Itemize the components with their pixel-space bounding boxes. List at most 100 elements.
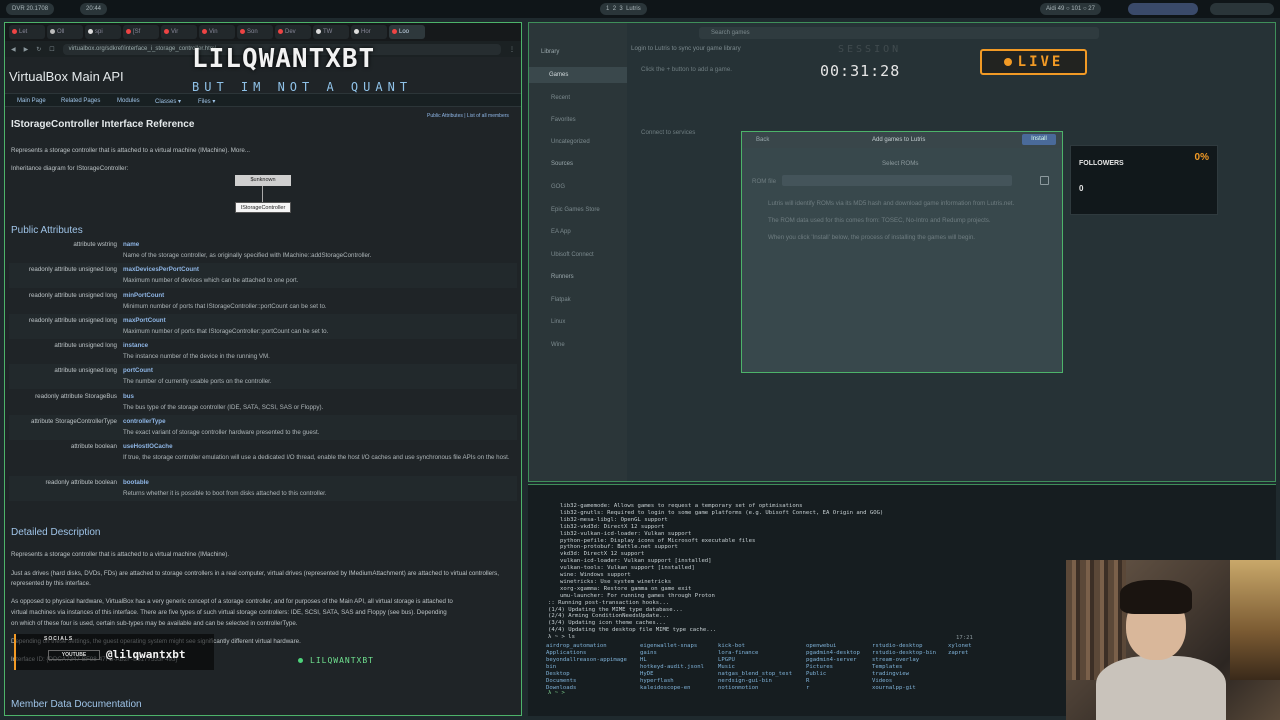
sidebar-item-linux[interactable]: Linux: [551, 319, 565, 325]
rom-file-input[interactable]: [782, 175, 1012, 186]
dialog-install-button[interactable]: Install: [1022, 134, 1056, 145]
sources-header[interactable]: Sources: [551, 161, 573, 167]
detailed-p2: Just as drives (hard disks, DVDs, FDs) a…: [11, 570, 499, 587]
detailed-p3-line1: As opposed to physical hardware, Virtual…: [11, 598, 453, 605]
ls-entry: kaleidoscope-en: [640, 685, 691, 691]
sidebar-item-games[interactable]: Games: [529, 67, 627, 83]
workspace-switcher[interactable]: 1 2 3 Lutris: [600, 3, 647, 15]
youtube-tag: YOUTUBE: [48, 650, 100, 660]
attribute-name-link[interactable]: instance: [123, 342, 148, 349]
browser-tab[interactable]: Hor: [351, 25, 387, 39]
ls-entry: Music: [718, 664, 735, 670]
browser-tab[interactable]: Dev: [275, 25, 311, 39]
sidebar-item-favorites[interactable]: Favorites: [551, 117, 576, 123]
attribute-name-link[interactable]: maxPortCount: [123, 317, 166, 324]
ls-entry: kick-bot: [718, 643, 745, 649]
browser-tab[interactable]: TW: [313, 25, 349, 39]
dialog-title: Add games to Lutris: [872, 137, 926, 143]
attribute-name-link[interactable]: controllerType: [123, 418, 166, 425]
dialog-back-button[interactable]: Back: [756, 137, 769, 143]
public-attributes-heading: Public Attributes: [11, 225, 83, 236]
ticker-text: LILQWANTXBT: [310, 656, 374, 665]
attribute-type: readonly attribute unsigned long: [28, 317, 117, 324]
attribute-name-link[interactable]: bus: [123, 393, 134, 400]
sidebar-item-ea[interactable]: EA App: [551, 229, 571, 235]
terminal-line: :: Running post-transaction hooks...: [548, 599, 670, 606]
attribute-name-link[interactable]: maxDevicesPerPortCount: [123, 266, 199, 273]
nav-modules[interactable]: Modules: [117, 98, 140, 104]
terminal-line: umu-launcher: For running games through …: [560, 592, 715, 599]
browser-tab[interactable]: Oll: [47, 25, 83, 39]
attribute-description: The bus type of the storage controller (…: [123, 404, 324, 411]
followers-widget: FOLLOWERS 0% 0: [1070, 145, 1218, 215]
terminal-prompt[interactable]: λ ~ >: [548, 690, 565, 696]
sidebar-item-epic[interactable]: Epic Games Store: [551, 207, 600, 213]
attribute-name-link[interactable]: minPortCount: [123, 292, 164, 299]
browser-tab[interactable]: spi: [85, 25, 121, 39]
sidebar-item-uncategorized[interactable]: Uncategorized: [551, 139, 590, 145]
ls-entry: stream-overlay: [872, 657, 920, 663]
attribute-type: readonly attribute unsigned long: [28, 292, 117, 299]
interface-title: IStorageController Interface Reference: [11, 119, 195, 130]
ls-entry: Documents: [546, 678, 577, 684]
tray-icons[interactable]: [1128, 3, 1198, 15]
ls-entry: Templates: [872, 664, 903, 670]
nav-related-pages[interactable]: Related Pages: [61, 98, 100, 104]
sidebar-item-ubisoft[interactable]: Ubisoft Connect: [551, 252, 594, 258]
site-title: VirtualBox Main API: [9, 69, 124, 84]
session-label: SESSION: [838, 44, 902, 55]
ls-entry: zapret: [948, 650, 969, 656]
top-left-widget-2[interactable]: 20:44: [80, 3, 108, 15]
attribute-name-link[interactable]: useHostIOCache: [123, 443, 173, 450]
connect-hint: Connect to services: [641, 129, 696, 136]
browser-tab[interactable]: Vir: [161, 25, 197, 39]
attribute-name-link[interactable]: bootable: [123, 479, 149, 486]
ls-entry: R: [806, 678, 810, 684]
sidebar-item-wine[interactable]: Wine: [551, 342, 565, 348]
ls-entry: natgas_blend_stop_test: [718, 671, 793, 677]
terminal-line: (4/4) Updating the desktop file MIME typ…: [548, 627, 717, 634]
diagram-parent-box[interactable]: $unknown: [235, 175, 291, 186]
back-icon[interactable]: ◀: [11, 46, 16, 53]
nav-files[interactable]: Files ▾: [198, 98, 215, 105]
browser-tab[interactable]: Son: [237, 25, 273, 39]
clock-widget[interactable]: [1210, 3, 1274, 15]
sidebar-item-flatpak[interactable]: Flatpak: [551, 297, 571, 303]
folder-icon[interactable]: [1040, 176, 1049, 185]
ls-entry: gains: [640, 650, 657, 656]
browser-tab[interactable]: Let: [9, 25, 45, 39]
ls-entry: Applications: [546, 650, 587, 656]
sidebar-item-recent[interactable]: Recent: [551, 95, 570, 101]
ls-entry: nerdsign-gui-bin: [718, 678, 772, 684]
browser-tab[interactable]: Vin: [199, 25, 235, 39]
lutris-search-input[interactable]: Search games: [699, 27, 1099, 39]
browser-tab[interactable]: [Sf: [123, 25, 159, 39]
login-link[interactable]: Login to Lutris to sync your game librar…: [631, 45, 741, 52]
member-links[interactable]: Public Attributes | List of all members: [427, 113, 509, 119]
sidebar-item-gog[interactable]: GOG: [551, 184, 565, 190]
dialog-info-1: Lutris will identify ROMs via its MD5 ha…: [768, 200, 1015, 207]
terminal-line: (1/4) Updating the MIME type database...: [548, 606, 683, 613]
forward-icon[interactable]: ▶: [24, 46, 29, 53]
extensions-icon[interactable]: ⋮: [509, 46, 515, 53]
terminal-line: python-pefile: Display icons of Microsof…: [560, 537, 756, 544]
nav-classes[interactable]: Classes ▾: [155, 98, 181, 105]
attribute-name-link[interactable]: name: [123, 241, 139, 248]
attribute-name-link[interactable]: portCount: [123, 367, 153, 374]
browser-tab-active[interactable]: Loo: [389, 25, 425, 39]
top-left-widget-1[interactable]: DVR 20.1708: [6, 3, 55, 15]
attribute-description: Returns whether it is possible to boot f…: [123, 490, 327, 497]
detailed-p3-line2: virtual machines via instances of this i…: [11, 609, 447, 616]
ls-entry: pgadmin4-desktop: [806, 650, 860, 656]
followers-count: 0: [1079, 184, 1084, 193]
session-timer: 00:31:28: [820, 62, 901, 80]
bookmark-icon[interactable]: ☐: [49, 46, 54, 53]
terminal-line: wine: Windows support: [560, 572, 631, 578]
runners-header[interactable]: Runners: [551, 274, 574, 280]
system-status[interactable]: Aidi 49 ○ 101 ○ 27: [1040, 3, 1101, 15]
reload-icon[interactable]: ↻: [36, 46, 41, 53]
ls-entry: rstudio-desktop: [872, 643, 923, 649]
nav-main-page[interactable]: Main Page: [17, 98, 46, 104]
ls-entry: eigenwallet-snaps: [640, 643, 698, 649]
attribute-description: Maximum number of ports that IStorageCon…: [123, 328, 329, 335]
